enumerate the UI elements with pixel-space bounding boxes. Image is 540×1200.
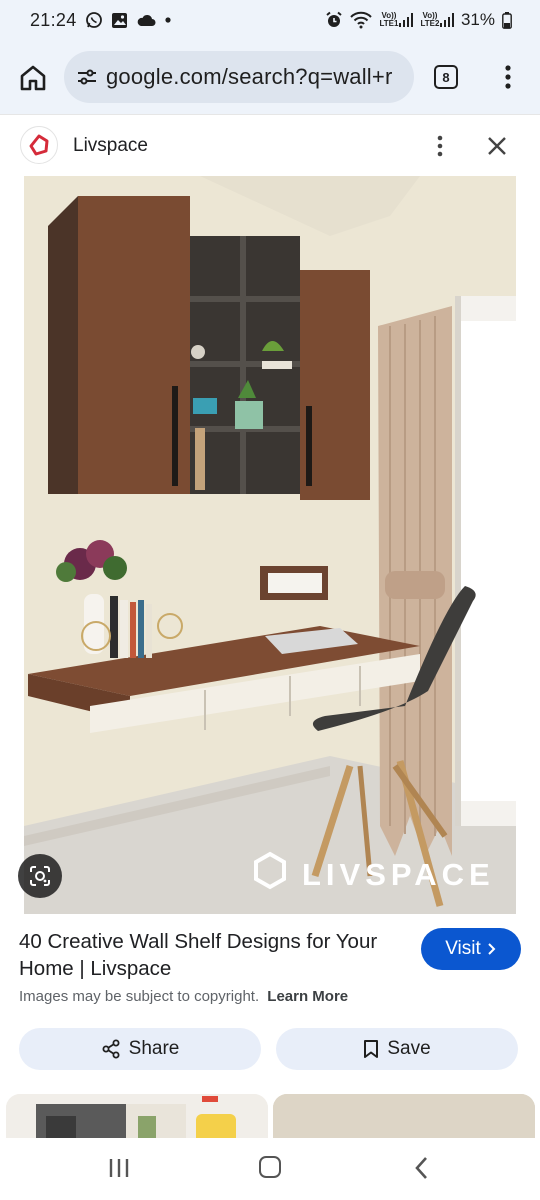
address-bar[interactable]: google.com/search?q=wall+r xyxy=(64,51,414,103)
copyright-text: Images may be subject to copyright. xyxy=(19,988,260,1005)
home-nav-button[interactable] xyxy=(259,1156,281,1178)
browser-menu-button[interactable] xyxy=(496,62,520,92)
whatsapp-icon xyxy=(85,11,103,29)
visit-button[interactable]: Visit xyxy=(421,928,521,970)
recent-apps-button[interactable] xyxy=(108,1158,130,1178)
share-button[interactable]: Share xyxy=(19,1028,261,1070)
close-button[interactable] xyxy=(484,133,510,159)
image-watermark: LIVSPACE xyxy=(302,857,495,892)
notification-dot-icon xyxy=(164,16,172,24)
save-label: Save xyxy=(387,1038,431,1059)
home-icon xyxy=(20,65,46,91)
back-button[interactable] xyxy=(412,1156,432,1180)
gallery-icon xyxy=(111,12,128,29)
site-settings-icon[interactable] xyxy=(76,66,98,88)
result-image[interactable]: LIVSPACE xyxy=(0,176,540,914)
more-vertical-icon xyxy=(437,135,443,157)
bookmark-icon xyxy=(364,1040,379,1058)
source-name[interactable]: Livspace xyxy=(73,135,148,157)
sim1-label: Vo)) LTE1 xyxy=(379,11,399,28)
copyright-notice: Images may be subject to copyright. Lear… xyxy=(19,988,348,1005)
tab-switcher-button[interactable]: 8 xyxy=(434,65,458,89)
livspace-logo-icon xyxy=(20,126,58,164)
browser-toolbar: google.com/search?q=wall+r 8 xyxy=(0,40,540,114)
wifi-icon xyxy=(350,11,372,29)
cloud-icon xyxy=(136,13,156,27)
save-button[interactable]: Save xyxy=(276,1028,518,1070)
more-vertical-icon xyxy=(505,65,511,89)
status-bar: 21:24 Vo)) LTE1 Vo)) LTE2 31% xyxy=(0,0,540,40)
clock: 21:24 xyxy=(30,9,77,30)
learn-more-link[interactable]: Learn More xyxy=(267,988,348,1005)
sim1-signal-icon: Vo)) LTE1 xyxy=(379,12,413,28)
url-text[interactable]: google.com/search?q=wall+r xyxy=(106,64,392,90)
share-icon xyxy=(102,1039,120,1059)
sim2-label: Vo)) LTE2 xyxy=(420,11,440,28)
sim2-signal-icon: Vo)) LTE2 xyxy=(420,12,454,28)
close-icon xyxy=(488,137,506,155)
room-photo: LIVSPACE xyxy=(0,176,540,914)
result-title[interactable]: 40 Creative Wall Shelf Designs for Your … xyxy=(19,928,389,982)
back-icon xyxy=(415,1157,427,1179)
battery-icon xyxy=(502,11,512,29)
recent-apps-icon xyxy=(109,1159,129,1177)
alarm-icon xyxy=(325,11,343,29)
system-nav-bar xyxy=(0,1138,540,1200)
share-label: Share xyxy=(128,1038,180,1059)
chevron-right-icon xyxy=(488,943,496,955)
google-lens-button[interactable] xyxy=(18,854,62,898)
battery-percent: 31% xyxy=(460,10,495,29)
source-more-button[interactable] xyxy=(430,131,450,161)
home-button[interactable] xyxy=(18,63,48,93)
source-header: Livspace xyxy=(0,114,540,176)
visit-label: Visit xyxy=(445,938,481,959)
lens-icon xyxy=(30,866,50,886)
